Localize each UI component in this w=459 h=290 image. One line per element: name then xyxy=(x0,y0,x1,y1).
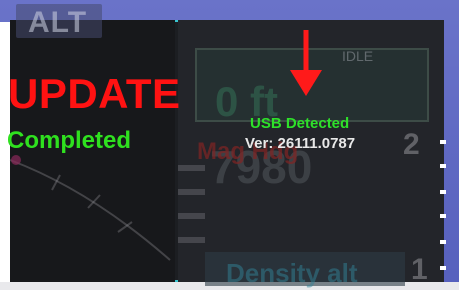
update-title: UPDATE xyxy=(8,70,181,117)
scale-tick xyxy=(440,266,446,270)
down-arrow-icon xyxy=(290,30,322,96)
update-status: Completed xyxy=(7,127,132,154)
scale-tick xyxy=(440,140,446,144)
scale-tick xyxy=(440,240,446,244)
scale-tick xyxy=(440,214,446,218)
scale-tick xyxy=(440,190,446,194)
firmware-version: Ver: 26111.0787 xyxy=(245,135,356,152)
scale-tick xyxy=(440,164,446,168)
usb-detected-text: USB Detected xyxy=(250,115,350,132)
